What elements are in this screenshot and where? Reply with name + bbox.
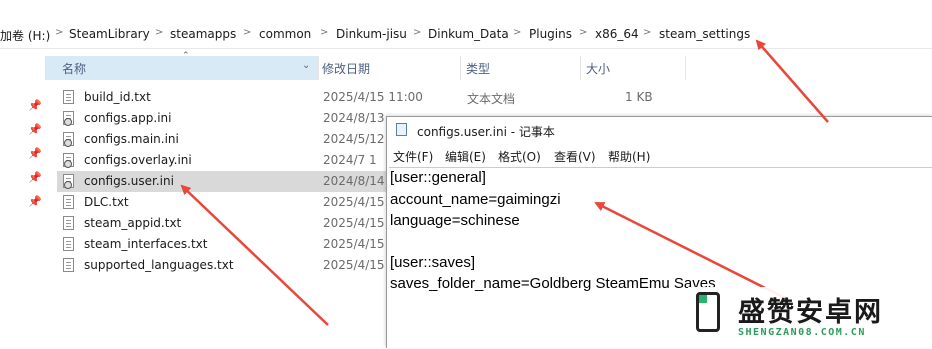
chevron-down-icon[interactable]: ⌄	[302, 60, 310, 71]
file-row[interactable]: configs.main.ini 2024/5/12	[57, 129, 387, 150]
breadcrumb-plugins[interactable]: Plugins	[529, 27, 572, 41]
breadcrumb-x86-64[interactable]: x86_64	[595, 27, 639, 41]
file-name: steam_interfaces.txt	[84, 237, 208, 251]
text-line: account_name=gaimingzi	[390, 191, 561, 208]
text-file-icon	[63, 258, 74, 272]
text-line: [user::general]	[390, 169, 486, 186]
breadcrumb-common[interactable]: common	[259, 27, 311, 41]
file-row[interactable]: steam_interfaces.txt 2025/4/15	[57, 234, 387, 255]
chevron-right-icon: >	[513, 27, 522, 38]
config-file-icon	[63, 174, 74, 189]
breadcrumb-dinkum-jisu[interactable]: Dinkum-jisu	[336, 27, 407, 41]
text-line: saves_folder_name=Goldberg SteamEmu Save…	[390, 275, 716, 292]
file-type: 文本文档	[467, 92, 516, 106]
file-row[interactable]: supported_languages.txt 2025/4/15	[57, 255, 387, 276]
file-row[interactable]: configs.app.ini 2024/8/13	[57, 108, 387, 129]
pin-icon[interactable]: 📌	[28, 123, 42, 136]
column-name[interactable]: 名称 ⌃ ⌄	[45, 51, 318, 80]
breadcrumb-steamapps[interactable]: steamapps	[170, 27, 236, 41]
column-size[interactable]: 大小	[586, 60, 610, 77]
menu-view[interactable]: 查看(V)	[554, 148, 596, 165]
file-size: 1 KB	[625, 90, 653, 104]
address-bar[interactable]: 加卷 (H:) > SteamLibrary > steamapps > com…	[0, 22, 932, 49]
menu-edit[interactable]: 编辑(E)	[445, 148, 486, 165]
menu-file[interactable]: 文件(F)	[393, 148, 433, 165]
file-name: configs.app.ini	[84, 111, 172, 125]
notepad-title: configs.user.ini - 记事本	[417, 125, 555, 139]
notepad-icon	[396, 123, 407, 136]
breadcrumb-steamlibrary[interactable]: SteamLibrary	[69, 27, 150, 41]
text-file-icon	[63, 237, 74, 251]
file-name: configs.overlay.ini	[84, 153, 192, 167]
sort-up-icon: ⌃	[182, 51, 190, 61]
file-name: supported_languages.txt	[84, 258, 234, 272]
chevron-right-icon: >	[155, 27, 164, 38]
text-file-icon	[63, 90, 74, 104]
column-modified[interactable]: 修改日期	[322, 60, 370, 77]
pin-icon[interactable]: 📌	[28, 147, 42, 160]
column-header: 名称 ⌃ ⌄ 修改日期 类型 大小	[45, 51, 932, 80]
breadcrumb-dinkum-data[interactable]: Dinkum_Data	[428, 27, 509, 41]
arrow-to-steam-settings	[755, 39, 829, 123]
file-date: 2025/4/15	[323, 258, 385, 272]
file-name: configs.main.ini	[84, 132, 179, 146]
pin-icon[interactable]: 📌	[28, 171, 42, 184]
notepad-menubar: 文件(F) 编辑(E) 格式(O) 查看(V) 帮助(H)	[387, 145, 932, 165]
file-name: configs.user.ini	[84, 174, 174, 188]
menu-help[interactable]: 帮助(H)	[608, 148, 650, 165]
file-date: 2024/7 1	[323, 153, 377, 167]
config-file-icon	[63, 132, 74, 147]
pin-icon[interactable]: 📌	[28, 99, 42, 112]
file-date: 2025/4/15	[323, 216, 385, 230]
file-date: 2024/5/12	[323, 132, 385, 146]
file-date: 2025/4/15 11:00	[323, 90, 423, 104]
file-name: DLC.txt	[84, 195, 129, 209]
file-date: 2024/8/13	[323, 111, 385, 125]
file-name: build_id.txt	[84, 90, 151, 104]
chevron-right-icon: >	[643, 27, 652, 38]
file-date: 2025/4/15	[323, 195, 385, 209]
file-date: 2024/8/14	[323, 174, 385, 188]
chevron-right-icon: >	[579, 27, 588, 38]
watermark-url: SHENGZAN08.COM.CN	[738, 327, 866, 338]
phone-icon	[696, 292, 720, 332]
file-row-selected[interactable]: configs.user.ini 2024/8/14	[57, 171, 387, 192]
chevron-right-icon: >	[413, 27, 422, 38]
file-row[interactable]: steam_appid.txt 2025/4/15	[57, 213, 387, 234]
chevron-right-icon: >	[55, 27, 64, 38]
breadcrumb-steam-settings[interactable]: steam_settings	[659, 27, 750, 41]
chevron-right-icon: >	[320, 27, 329, 38]
text-line: language=schinese	[390, 212, 520, 229]
text-file-icon	[63, 216, 74, 230]
notepad-titlebar[interactable]: configs.user.ini - 记事本	[387, 117, 932, 143]
breadcrumb-drive[interactable]: 加卷 (H:)	[0, 27, 50, 44]
column-divider[interactable]	[580, 56, 581, 80]
file-row[interactable]: DLC.txt 2025/4/15	[57, 192, 387, 213]
column-name-label: 名称	[62, 62, 87, 76]
column-divider[interactable]	[318, 56, 319, 80]
text-line: [user::saves]	[390, 254, 476, 271]
file-date: 2025/4/15	[323, 237, 385, 251]
file-row[interactable]: build_id.txt 2025/4/15 11:00	[57, 87, 423, 108]
config-file-icon	[63, 111, 74, 126]
column-divider[interactable]	[685, 56, 686, 80]
pin-icon[interactable]: 📌	[28, 195, 42, 208]
column-divider[interactable]	[460, 56, 461, 80]
watermark-logo: 盛赞安卓网 SHENGZAN08.COM.CN	[688, 287, 932, 347]
column-type[interactable]: 类型	[466, 60, 490, 77]
file-name: steam_appid.txt	[84, 216, 182, 230]
file-row[interactable]: configs.overlay.ini 2024/7 1	[57, 150, 387, 171]
text-file-icon	[63, 195, 74, 209]
config-file-icon	[63, 153, 74, 168]
menu-format[interactable]: 格式(O)	[498, 148, 541, 165]
chevron-right-icon: >	[243, 27, 252, 38]
watermark-title: 盛赞安卓网	[738, 297, 883, 328]
